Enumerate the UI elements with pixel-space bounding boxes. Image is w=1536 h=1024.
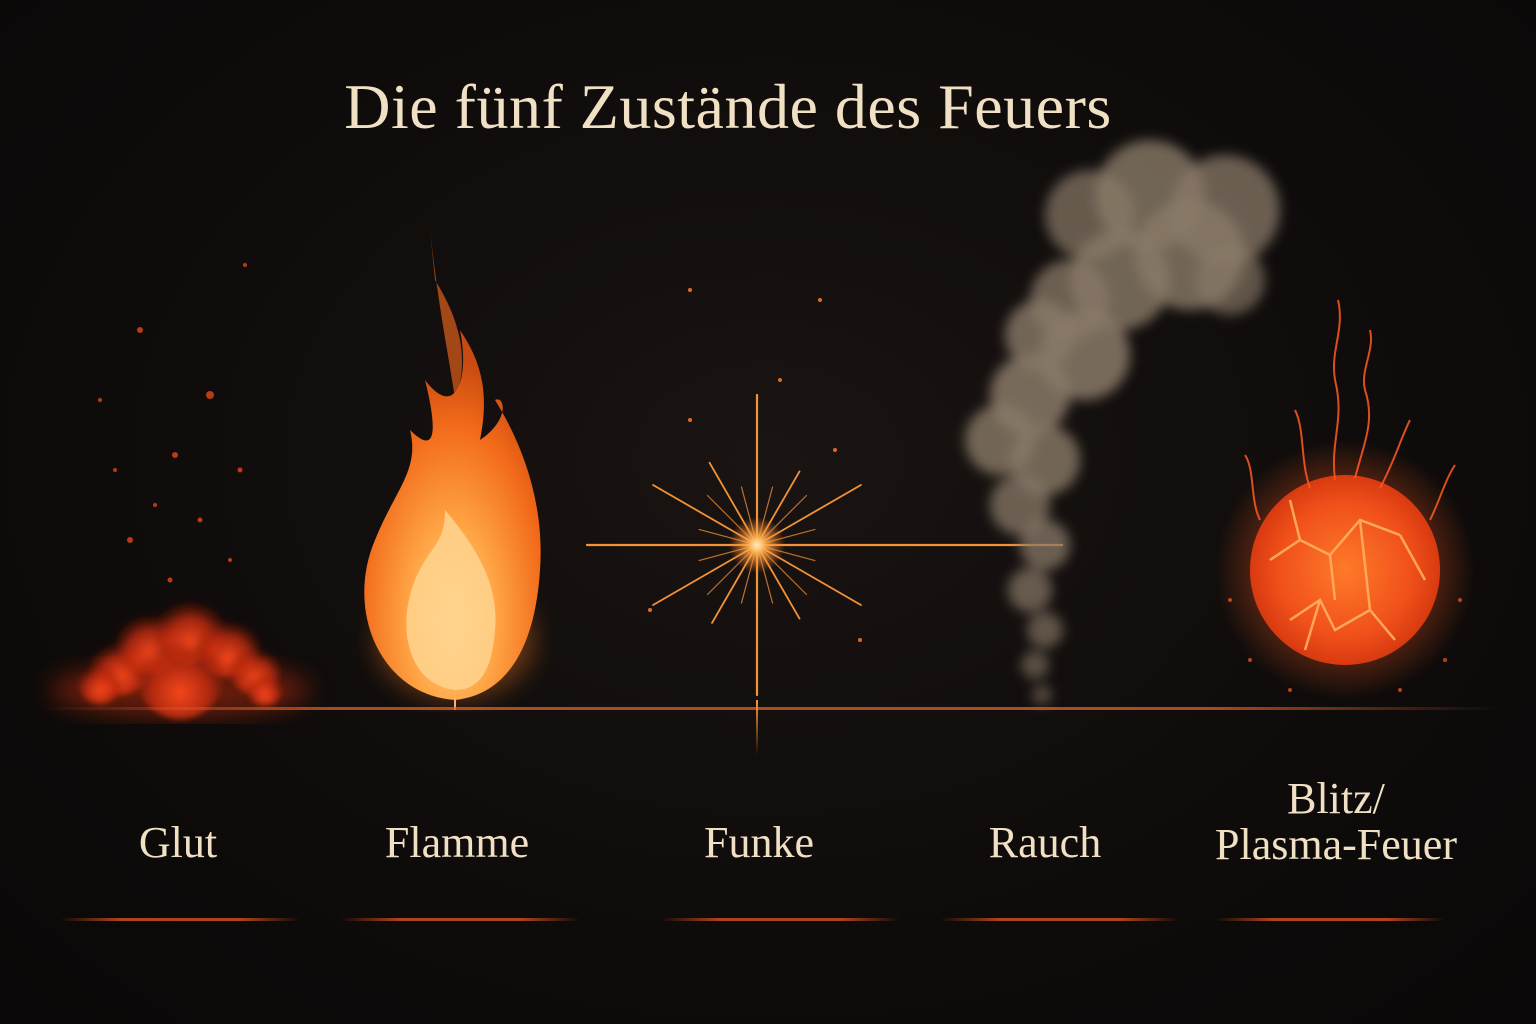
illustration: Die fünf Zustände des Feuers Glut Flamme…	[0, 0, 1536, 1024]
baseline-rauch	[940, 918, 1180, 921]
label-funke: Funke	[704, 818, 814, 867]
glut-embers	[50, 263, 310, 719]
label-rauch: Rauch	[988, 818, 1102, 867]
label-plasma: Blitz/ Plasma-Feuer	[1186, 776, 1486, 868]
plasma-orb	[1215, 299, 1475, 700]
label-plasma-line2: Plasma-Feuer	[1215, 820, 1457, 869]
baseline-glut	[60, 918, 300, 921]
flamme-flame	[364, 230, 541, 710]
label-flamme: Flamme	[384, 818, 530, 867]
baseline-plasma	[1215, 918, 1445, 921]
spark-stem	[756, 700, 758, 755]
label-glut: Glut	[138, 818, 218, 867]
ground-line	[40, 707, 1500, 710]
label-plasma-line1: Blitz/	[1287, 774, 1385, 823]
baseline-flamme	[340, 918, 580, 921]
baseline-funke	[660, 918, 900, 921]
fire-states-artwork	[50, 140, 1475, 719]
funke-spark	[585, 288, 1064, 697]
